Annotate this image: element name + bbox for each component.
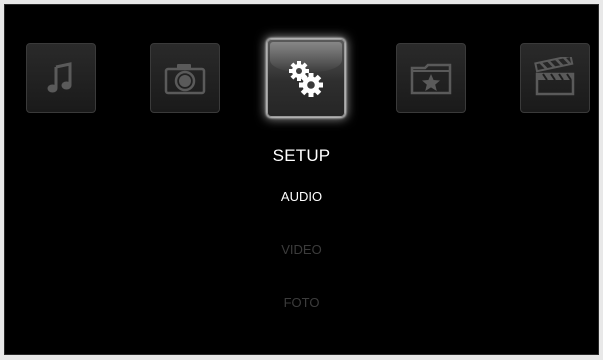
clapperboard-icon [534, 57, 575, 96]
media-player-screen: SETUP AUDIO VIDEO FOTO [4, 4, 599, 355]
favorites-tile[interactable] [396, 43, 466, 113]
submenu-title: SETUP [272, 146, 331, 165]
menu-item-foto[interactable]: FOTO [5, 295, 598, 310]
movies-tile[interactable] [520, 43, 590, 113]
menu-item-video[interactable]: VIDEO [5, 242, 598, 257]
menu-item-audio[interactable]: AUDIO [5, 189, 598, 204]
camera-icon [164, 64, 206, 95]
music-note-icon [47, 62, 72, 93]
photo-tile[interactable] [150, 43, 220, 113]
gears-icon [289, 61, 323, 97]
star-folder-icon [410, 63, 452, 95]
setup-tile[interactable] [267, 39, 345, 117]
music-tile[interactable] [26, 43, 96, 113]
